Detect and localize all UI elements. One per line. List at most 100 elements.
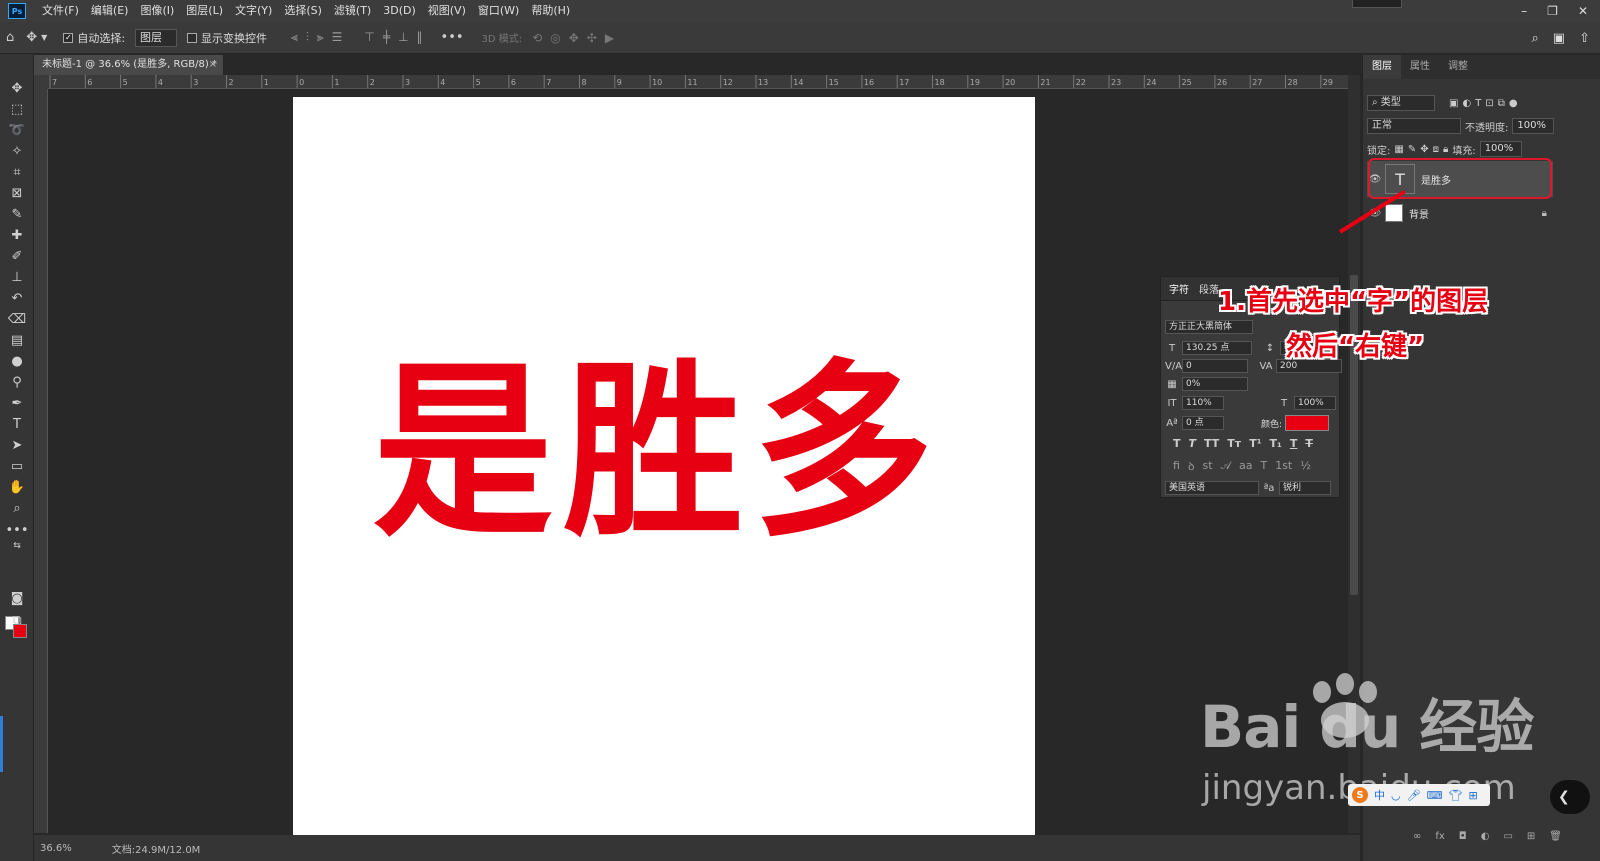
move-tool-icon[interactable]: ✥ [0, 78, 34, 98]
history-brush-icon[interactable]: ↶ [0, 288, 34, 308]
strikethrough-icon[interactable]: T [1305, 437, 1313, 450]
marquee-tool-icon[interactable]: ⬚ [0, 99, 34, 119]
3d-camera-icon[interactable]: ▶ [605, 31, 614, 45]
menu-filter[interactable]: 滤镜(T) [328, 0, 377, 22]
horizontal-scale-field[interactable]: 100% [1294, 396, 1336, 410]
menu-window[interactable]: 窗口(W) [472, 0, 525, 22]
align-left-icon[interactable]: ⫷ [291, 30, 298, 45]
ime-skin-icon[interactable]: 👕︎ [1448, 789, 1462, 802]
lock-paint-icon[interactable]: ✎ [1408, 144, 1416, 155]
close-tab-icon[interactable]: × [209, 55, 217, 75]
search-icon[interactable]: ⌕ [1532, 31, 1539, 46]
new-group-icon[interactable]: ▭ [1503, 831, 1512, 842]
filter-smart-icon[interactable]: ⧉ [1498, 98, 1505, 109]
alt-ligature-icon[interactable]: ꝺ [1188, 459, 1195, 474]
menu-view[interactable]: 视图(V) [422, 0, 472, 22]
align-center-icon[interactable]: ⫶ [306, 30, 309, 45]
eyedropper-icon[interactable]: ✎ [0, 204, 34, 224]
zoom-tool-icon[interactable]: ⌕ [0, 498, 34, 518]
move-tool-icon[interactable]: ✥ [26, 30, 37, 45]
faux-bold-icon[interactable]: T [1173, 437, 1181, 450]
tab-paragraph[interactable]: 段落 [1199, 281, 1219, 296]
ime-punct-icon[interactable]: ◡ [1391, 789, 1401, 802]
link-layers-icon[interactable]: ∞ [1413, 831, 1421, 842]
type-tool-icon[interactable]: T [0, 414, 34, 434]
fraction-icon[interactable]: ½ [1300, 459, 1311, 474]
canvas-text-layer[interactable]: 是胜多 [373, 358, 943, 548]
scrollbar-thumb[interactable] [1350, 275, 1358, 595]
align-top-icon[interactable]: ⊤ [364, 30, 374, 45]
discretionary-icon[interactable]: st [1203, 459, 1213, 474]
subscript-icon[interactable]: T₁ [1270, 437, 1282, 450]
shape-tool-icon[interactable]: ▭ [0, 456, 34, 476]
font-family-select[interactable]: 方正正大黑简体 [1165, 320, 1253, 334]
tab-adjustments[interactable]: 调整 [1439, 55, 1477, 79]
3d-pan-icon[interactable]: ✥ [569, 31, 579, 45]
blend-mode-select[interactable]: 正常 [1367, 118, 1461, 134]
kerning-field[interactable]: 0 [1182, 359, 1248, 373]
restore-icon[interactable]: ❐ [1547, 4, 1558, 18]
auto-select-dropdown[interactable]: 图层 [135, 28, 178, 47]
workspace-icon[interactable]: ▣ [1553, 31, 1565, 46]
lock-position-icon[interactable]: ✥ [1420, 144, 1428, 155]
menu-file[interactable]: 文件(F) [36, 0, 85, 22]
blur-tool-icon[interactable]: ● [0, 351, 34, 371]
menu-help[interactable]: 帮助(H) [525, 0, 576, 22]
menu-edit[interactable]: 编辑(E) [85, 0, 135, 22]
superscript-icon[interactable]: T¹ [1249, 437, 1261, 450]
text-color-swatch[interactable] [1285, 415, 1330, 431]
pen-tool-icon[interactable]: ✒ [0, 393, 34, 413]
eraser-tool-icon[interactable]: ⌫ [0, 309, 34, 329]
lock-transparent-icon[interactable]: ▦ [1394, 144, 1403, 155]
lock-all-icon[interactable]: 🔒︎ [1443, 144, 1448, 155]
distribute-vertical-icon[interactable]: ‖ [417, 30, 423, 45]
filter-type-icon[interactable]: T [1475, 98, 1481, 109]
align-right-icon[interactable]: ⫸ [317, 30, 324, 45]
filter-toggle-icon[interactable]: ● [1509, 98, 1518, 109]
layer-filter-select[interactable]: ⌕ 类型 [1367, 95, 1435, 111]
more-options-icon[interactable]: ••• [441, 30, 464, 45]
sogou-icon[interactable]: S [1352, 787, 1368, 803]
tab-layers[interactable]: 图层 [1363, 55, 1401, 79]
gradient-tool-icon[interactable]: ▤ [0, 330, 34, 350]
file-info[interactable]: 文档:24.9M/12.0M [112, 841, 201, 856]
vertical-scale-field[interactable]: 110% [1182, 396, 1224, 410]
font-size-field[interactable]: 130.25 点 [1182, 341, 1252, 355]
dodge-tool-icon[interactable]: ⚲ [0, 372, 34, 392]
fx-icon[interactable]: fx [1435, 831, 1444, 842]
new-layer-icon[interactable]: ⊞ [1527, 831, 1535, 842]
ime-grid-icon[interactable]: ⊞ [1468, 789, 1477, 802]
stylistic-icon[interactable]: aa [1239, 459, 1252, 474]
distribute-icon[interactable]: ☰ [332, 30, 343, 45]
ime-mic-icon[interactable]: 🎤︎ [1407, 789, 1421, 802]
menu-select[interactable]: 选择(S) [278, 0, 328, 22]
tab-character[interactable]: 字符 [1169, 281, 1189, 296]
menu-type[interactable]: 文字(Y) [229, 0, 278, 22]
menu-layer[interactable]: 图层(L) [180, 0, 229, 22]
small-caps-icon[interactable]: Tт [1227, 437, 1241, 450]
more-tools-icon[interactable]: ••• [0, 520, 34, 540]
chevron-down-icon[interactable]: ▼ [41, 33, 47, 42]
align-middle-icon[interactable]: ╪ [383, 30, 390, 45]
baseline-shift-field[interactable]: 0 点 [1182, 416, 1224, 430]
share-icon[interactable]: ⇧ [1579, 31, 1590, 46]
language-select[interactable]: 美国英语 [1165, 481, 1259, 495]
3d-roll-icon[interactable]: ◎ [550, 31, 560, 45]
stamp-tool-icon[interactable]: ⊥ [0, 267, 34, 287]
3d-slide-icon[interactable]: ✣ [587, 31, 597, 45]
healing-brush-icon[interactable]: ✚ [0, 225, 34, 245]
lock-artboard-icon[interactable]: ⧈ [1433, 144, 1439, 155]
frame-tool-icon[interactable]: ⊠ [0, 183, 34, 203]
horizontal-ruler[interactable]: 7 6 5 4 3 2 1 0 1 2 3 4 5 6 7 8 9 10 11 12 13 14 15 16 17 18 19 20 2… [48, 75, 1348, 89]
antialias-select[interactable]: 锐利 [1279, 481, 1331, 495]
filter-adjust-icon[interactable]: ◐ [1462, 98, 1471, 109]
filter-pixel-icon[interactable]: ▣ [1449, 98, 1458, 109]
quick-mask-icon[interactable]: ◙ [0, 588, 34, 608]
add-mask-icon[interactable]: ◘ [1459, 831, 1467, 842]
align-bottom-icon[interactable]: ⊥ [398, 30, 408, 45]
ime-keyboard-icon[interactable]: ⌨ [1427, 789, 1443, 802]
menu-image[interactable]: 图像(I) [134, 0, 180, 22]
tab-properties[interactable]: 属性 [1401, 55, 1439, 79]
3d-orbit-icon[interactable]: ⟲ [532, 31, 542, 45]
layer-row-background[interactable]: 👁︎ 背景 🔒︎ [1367, 195, 1553, 231]
